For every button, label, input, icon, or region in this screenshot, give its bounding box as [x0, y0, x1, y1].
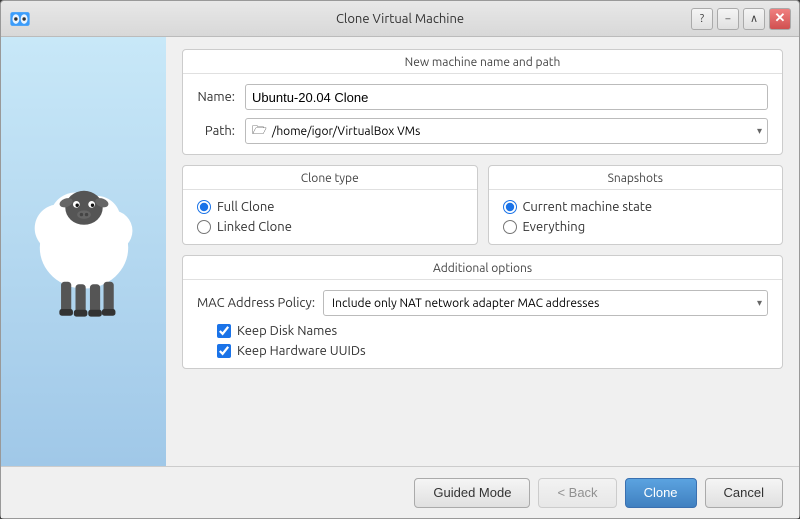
help-button[interactable]: ? — [691, 8, 713, 30]
clone-type-title: Clone type — [183, 166, 477, 190]
path-row: Path: 🗁 /home/igor/VirtualBox VMs ▾ — [197, 118, 768, 144]
mac-policy-label: MAC Address Policy: — [197, 296, 315, 310]
full-clone-label[interactable]: Full Clone — [217, 200, 274, 214]
linked-clone-row: Linked Clone — [197, 220, 463, 234]
name-input[interactable] — [245, 84, 768, 110]
current-state-label[interactable]: Current machine state — [523, 200, 653, 214]
name-label: Name: — [197, 90, 245, 104]
path-folder-icon: 🗁 — [252, 121, 267, 142]
path-value: /home/igor/VirtualBox VMs — [272, 125, 420, 138]
clone-button[interactable]: Clone — [625, 478, 697, 508]
path-label: Path: — [197, 124, 245, 138]
full-clone-radio[interactable] — [197, 200, 211, 214]
linked-clone-radio[interactable] — [197, 220, 211, 234]
additional-options-title: Additional options — [183, 256, 782, 280]
path-selector[interactable]: 🗁 /home/igor/VirtualBox VMs — [245, 118, 768, 144]
name-path-title: New machine name and path — [183, 50, 782, 74]
sheep-illustration — [19, 167, 149, 337]
current-state-row: Current machine state — [503, 200, 769, 214]
sheep-panel — [1, 37, 166, 466]
snapshots-section: Snapshots Current machine state Everythi… — [488, 165, 784, 245]
clone-type-section: Clone type Full Clone Linked Clone — [182, 165, 478, 245]
linked-clone-label[interactable]: Linked Clone — [217, 220, 292, 234]
form-panel: New machine name and path Name: Path: 🗁 … — [166, 37, 799, 466]
maximize-button[interactable]: ∧ — [743, 8, 765, 30]
current-state-radio[interactable] — [503, 200, 517, 214]
mac-policy-container: Include only NAT network adapter MAC add… — [323, 290, 768, 316]
titlebar: Clone Virtual Machine ? − ∧ ✕ — [1, 1, 799, 37]
close-button[interactable]: ✕ — [769, 8, 791, 30]
keep-hardware-uuids-checkbox[interactable] — [217, 344, 231, 358]
snapshots-title: Snapshots — [489, 166, 783, 190]
everything-label[interactable]: Everything — [523, 220, 586, 234]
back-button[interactable]: < Back — [538, 478, 616, 508]
virtualbox-logo-icon — [9, 8, 31, 30]
path-container: 🗁 /home/igor/VirtualBox VMs ▾ — [245, 118, 768, 144]
mac-policy-selector[interactable]: Include only NAT network adapter MAC add… — [323, 290, 768, 316]
name-path-body: Name: Path: 🗁 /home/igor/VirtualBox VMs … — [183, 74, 782, 154]
guided-mode-button[interactable]: Guided Mode — [414, 478, 530, 508]
snapshots-body: Current machine state Everything — [489, 190, 783, 244]
minimize-button[interactable]: − — [717, 8, 739, 30]
everything-radio[interactable] — [503, 220, 517, 234]
additional-options-body: MAC Address Policy: Include only NAT net… — [183, 280, 782, 368]
titlebar-controls: ? − ∧ ✕ — [691, 8, 791, 30]
cancel-button[interactable]: Cancel — [705, 478, 783, 508]
keep-disk-names-checkbox[interactable] — [217, 324, 231, 338]
name-row: Name: — [197, 84, 768, 110]
name-path-section: New machine name and path Name: Path: 🗁 … — [182, 49, 783, 155]
footer: Guided Mode < Back Clone Cancel — [1, 466, 799, 518]
titlebar-left — [9, 8, 31, 30]
mac-policy-value: Include only NAT network adapter MAC add… — [332, 297, 599, 310]
keep-disk-names-row: Keep Disk Names — [197, 324, 768, 338]
main-content: New machine name and path Name: Path: 🗁 … — [1, 37, 799, 466]
clone-vm-window: Clone Virtual Machine ? − ∧ ✕ — [0, 0, 800, 519]
keep-hardware-uuids-row: Keep Hardware UUIDs — [197, 344, 768, 358]
clone-type-body: Full Clone Linked Clone — [183, 190, 477, 244]
window-title: Clone Virtual Machine — [336, 12, 464, 26]
mac-policy-row: MAC Address Policy: Include only NAT net… — [197, 290, 768, 316]
clone-snapshots-row: Clone type Full Clone Linked Clone — [182, 165, 783, 245]
keep-disk-names-label[interactable]: Keep Disk Names — [237, 324, 337, 338]
additional-options-section: Additional options MAC Address Policy: I… — [182, 255, 783, 369]
full-clone-row: Full Clone — [197, 200, 463, 214]
keep-hardware-uuids-label[interactable]: Keep Hardware UUIDs — [237, 344, 366, 358]
everything-row: Everything — [503, 220, 769, 234]
